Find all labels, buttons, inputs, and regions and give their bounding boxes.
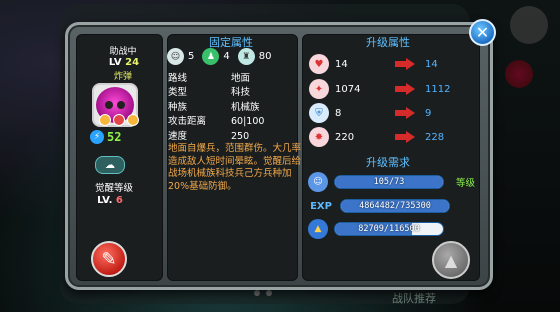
awaken-level: LV. 6 bbox=[97, 195, 123, 206]
requirement-title: 升级需求 bbox=[366, 156, 410, 169]
hero-role: 助战中 bbox=[109, 47, 137, 57]
heart-icon: ♥ bbox=[309, 54, 329, 74]
arrow-right-icon bbox=[395, 107, 415, 119]
shield-icon: ⛨ bbox=[309, 103, 329, 123]
requirement-label: 等级 bbox=[456, 178, 476, 189]
awaken-label: 觉醒等级 bbox=[94, 183, 133, 194]
background-menu-icon bbox=[510, 6, 548, 44]
awaken-icon[interactable]: ☁ bbox=[95, 156, 125, 174]
team-recommend-label: 战队推荐 bbox=[392, 292, 436, 305]
upgrade-stat-row: ✦ 1074 1112 bbox=[309, 79, 450, 99]
requirement-row: ☺ 105/73 等级 bbox=[308, 172, 475, 192]
prop-row: 攻击距离 60|100 bbox=[168, 116, 265, 128]
upgrade-stat-row: ♥ 14 14 bbox=[309, 54, 438, 74]
gold-icon: ▲ bbox=[308, 219, 328, 239]
arrow-right-icon bbox=[395, 131, 415, 143]
level-progress-bar: 105/73 bbox=[334, 175, 444, 189]
person-icon: ♟ bbox=[202, 48, 220, 65]
gold-progress-bar: 82709/116500 bbox=[334, 222, 444, 236]
hero-badges bbox=[99, 114, 139, 126]
prop-row: 类型 科技 bbox=[168, 87, 251, 99]
exp-progress-bar: 4864482/735300 bbox=[340, 199, 450, 213]
unit-description: 地面自爆兵，范围群伤。大几率造成敌人短时间晕眩。觉醒后给战场机械族科技兵己方兵种… bbox=[168, 143, 302, 192]
close-icon: ✕ bbox=[475, 23, 490, 42]
requirement-row: EXP 4864482/735300 bbox=[308, 196, 450, 216]
level-icon: ☺ bbox=[308, 172, 328, 192]
lightning-icon: ⚡ bbox=[90, 130, 104, 144]
hero-name: 炸弹 bbox=[113, 72, 132, 82]
upgrade-title: 升级属性 bbox=[366, 36, 410, 49]
badge-icon bbox=[99, 114, 111, 126]
confirm-upgrade-button[interactable]: ▲ bbox=[432, 241, 470, 279]
prop-row: 种族 机械族 bbox=[168, 101, 260, 113]
fixed-icon-row: ☺ 5 ♟ 4 ♜ 80 bbox=[167, 48, 275, 65]
arrow-right-icon bbox=[395, 83, 415, 95]
fixed-props: 路线 地面 类型 科技 种族 机械族 攻击距离 60|100 速度 250 bbox=[168, 72, 264, 144]
background-flag-icon bbox=[505, 60, 533, 88]
upgrade-stat-row: ✸ 220 228 bbox=[309, 127, 444, 147]
arrow-up-icon: ▲ bbox=[444, 250, 458, 270]
upgrade-button[interactable]: ✎ bbox=[91, 241, 127, 277]
hero-icon: ☺ bbox=[167, 48, 184, 65]
upgrade-stat-row: ⛨ 8 9 bbox=[309, 103, 431, 123]
badge-icon bbox=[113, 114, 125, 126]
wrench-icon: ✎ bbox=[101, 248, 117, 270]
burst-icon: ✸ bbox=[309, 127, 329, 147]
badge-icon bbox=[127, 114, 139, 126]
population-icon: ♜ bbox=[237, 48, 255, 65]
hero-power: ⚡ 52 bbox=[90, 130, 121, 144]
attack-icon: ✦ bbox=[309, 79, 329, 99]
exp-icon: EXP bbox=[310, 200, 332, 212]
requirement-row: ▲ 82709/116500 bbox=[308, 219, 444, 239]
page-dots bbox=[254, 290, 272, 296]
prop-row: 速度 250 bbox=[168, 130, 250, 142]
hero-level: LV 24 bbox=[108, 57, 140, 68]
prop-row: 路线 地面 bbox=[168, 73, 251, 84]
arrow-right-icon bbox=[395, 58, 415, 70]
